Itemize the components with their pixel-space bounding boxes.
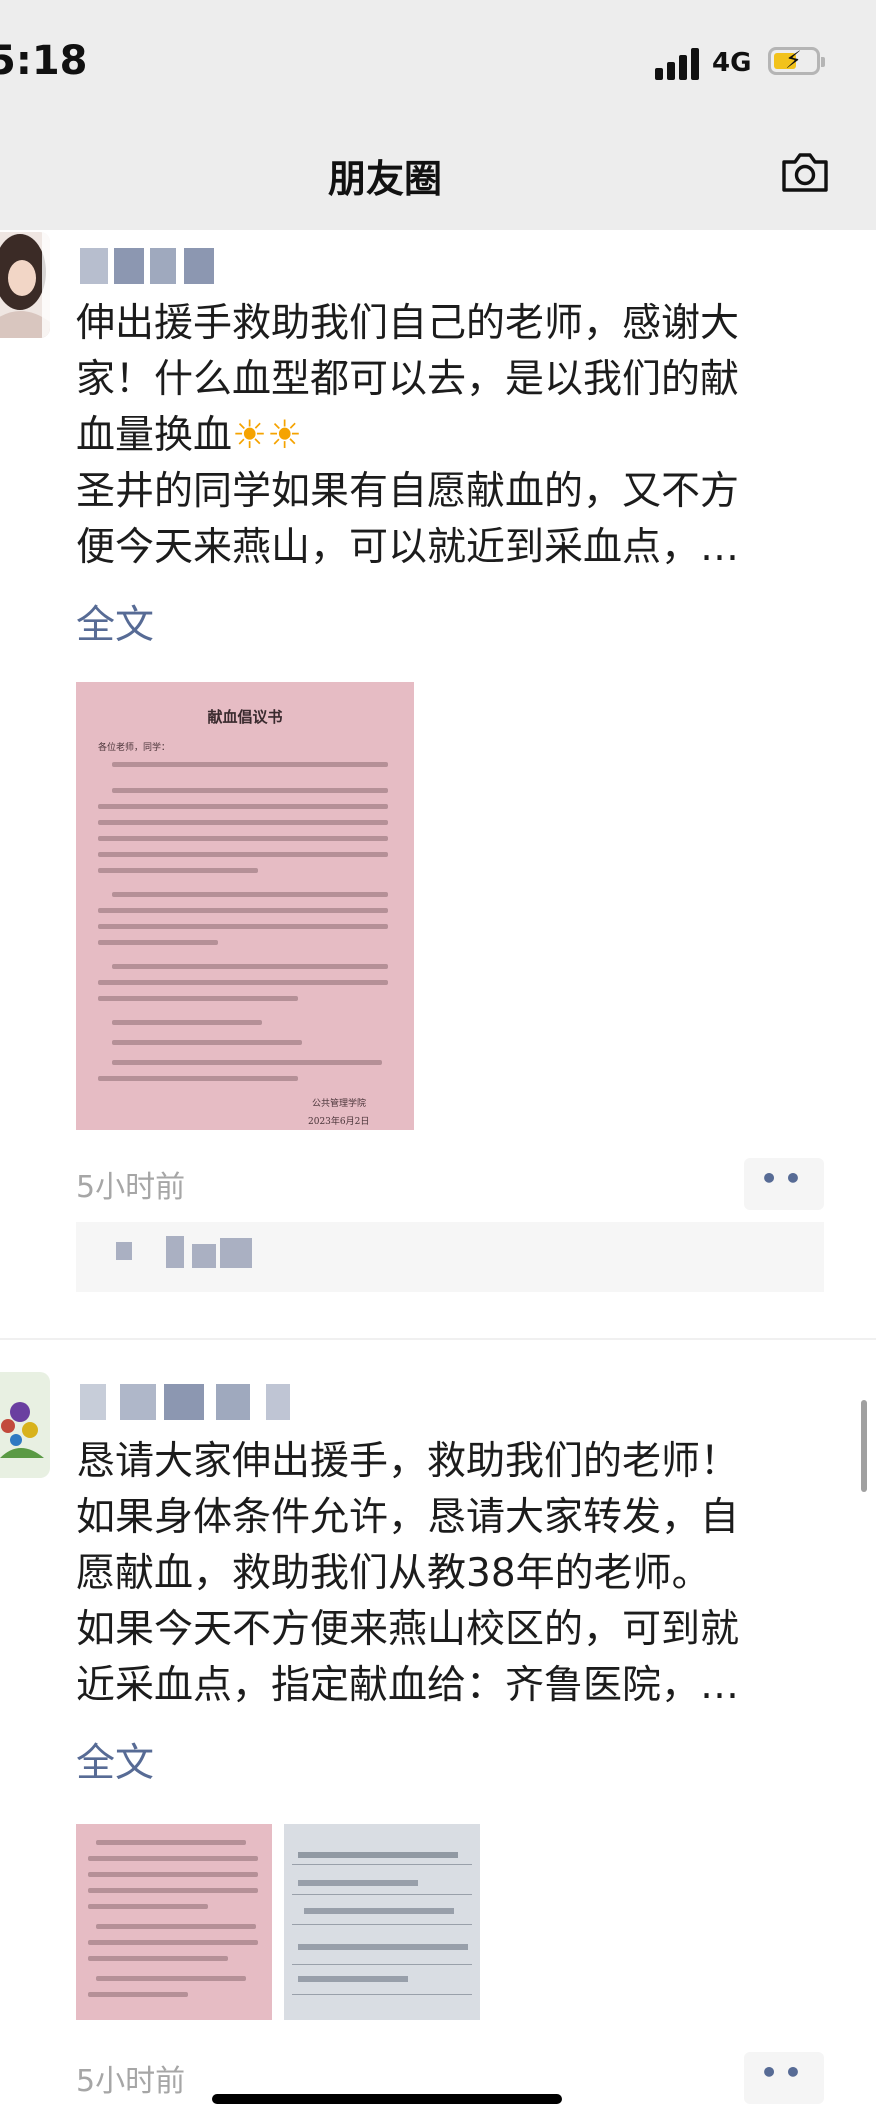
avatar[interactable] [0,232,50,338]
user-name-blurred[interactable] [80,248,220,284]
post-line: 圣井的同学如果有自愿献血的，又不方 [76,469,740,514]
status-bar: 5:18 4G ⚡ [0,0,876,120]
document-date: 2023年6月2日 [308,1117,370,1127]
document-salutation: 各位老师，同学： [98,743,171,753]
sun-emoji-icon: ☀☀ [232,413,302,458]
moment-post: 伸出援手救助我们自己的老师，感谢大 家！什么血型都可以去，是以我们的献 血量换血… [0,230,876,1330]
post-line: 血量换血☀☀ [76,413,302,458]
post-line: 便今天来燕山，可以就近到采血点，… [76,525,740,570]
nav-bar: 朋友圈 [0,120,876,230]
post-image[interactable]: 献血倡议书 各位老师，同学： 公共管理学院 2023年6月2日 [76,682,414,1130]
document-title: 献血倡议书 [207,708,283,726]
camera-icon[interactable] [780,150,830,194]
page-title: 朋友圈 [327,157,442,201]
post-line: 家！什么血型都可以去，是以我们的献 [76,357,740,402]
scrollbar[interactable] [861,1400,867,1492]
full-text-link[interactable]: 全文 [76,594,154,650]
post-line: 近采血点，指定献血给：齐鲁医院，… [76,1663,740,1708]
battery-icon: ⚡ [768,46,825,75]
more-actions-button[interactable]: •• [744,1158,824,1210]
signal-icon [655,48,701,80]
post-image[interactable] [284,1824,480,2020]
moment-post: 恳请大家伸出援手，救助我们的老师！ 如果身体条件允许，恳请大家转发，自 愿献血，… [0,1340,876,2119]
more-dots-icon: •• [760,1162,808,1195]
post-line: 恳请大家伸出援手，救助我们的老师！ [76,1439,740,1484]
post-time: 5小时前 [76,1170,186,1205]
user-name-blurred[interactable] [80,1384,300,1420]
post-line: 伸出援手救助我们自己的老师，感谢大 [76,301,740,346]
post-body: 恳请大家伸出援手，救助我们的老师！ 如果身体条件允许，恳请大家转发，自 愿献血，… [76,1434,836,1714]
status-time: 5:18 [0,38,88,84]
more-dots-icon: •• [760,2056,808,2089]
full-text-link[interactable]: 全文 [76,1732,154,1788]
post-line: 愿献血，救助我们从教38年的老师。 [76,1551,711,1596]
post-line: 如果身体条件允许，恳请大家转发，自 [76,1495,740,1540]
post-line: 如果今天不方便来燕山校区的，可到就 [76,1607,740,1652]
home-indicator[interactable] [212,2094,562,2104]
avatar[interactable] [0,1372,50,1478]
like-comment-area[interactable] [76,1222,824,1292]
post-image[interactable] [76,1824,272,2020]
post-body: 伸出援手救助我们自己的老师，感谢大 家！什么血型都可以去，是以我们的献 血量换血… [76,296,836,576]
document-org: 公共管理学院 [312,1099,367,1109]
post-time: 5小时前 [76,2064,186,2099]
more-actions-button[interactable]: •• [744,2052,824,2104]
network-type: 4G [712,48,752,78]
